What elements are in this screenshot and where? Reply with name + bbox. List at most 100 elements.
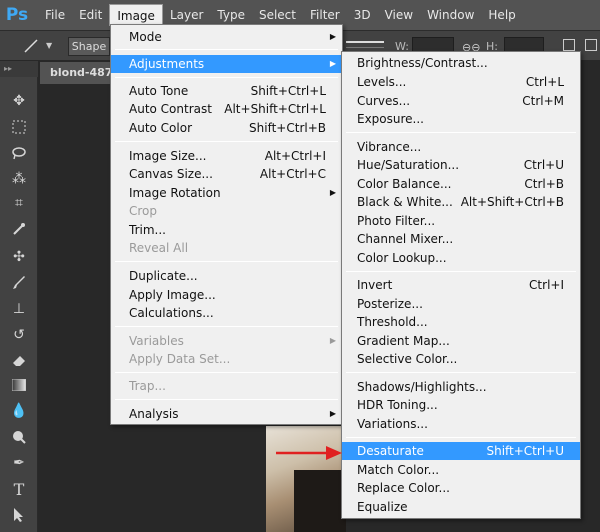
image-menu-analysis[interactable]: Analysis ▶ [111,405,342,423]
adjustments-submenu: Brightness/Contrast... Levels... Ctrl+L C… [341,51,581,519]
adjust-invert[interactable]: Invert Ctrl+I [342,276,580,294]
menu-divider [115,372,338,373]
image-menu-calculations[interactable]: Calculations... [111,304,342,322]
image-menu-canvas-size[interactable]: Canvas Size... Alt+Ctrl+C [111,165,342,183]
gradient-tool-icon[interactable] [9,375,29,395]
clone-stamp-icon[interactable]: ⊥ [9,299,29,319]
adjust-vibrance[interactable]: Vibrance... [342,138,580,156]
eraser-icon[interactable] [9,351,29,371]
tool-preset-dropdown-icon[interactable]: ▼ [46,41,52,50]
submenu-arrow-icon: ▶ [329,188,336,197]
move-tool-icon[interactable]: ✥ [9,91,29,111]
submenu-arrow-icon: ▶ [329,59,336,68]
menu-divider [115,77,338,78]
menu-edit[interactable]: Edit [72,4,109,26]
menu-type[interactable]: Type [210,4,252,26]
path-select-icon[interactable] [9,505,29,525]
image-menu-auto-contrast[interactable]: Auto Contrast Alt+Shift+Ctrl+L [111,100,342,118]
menu-window[interactable]: Window [420,4,481,26]
lasso-tool-icon[interactable] [9,143,29,163]
adjust-photo-filter[interactable]: Photo Filter... [342,212,580,230]
menu-help[interactable]: Help [481,4,522,26]
image-menu-trim[interactable]: Trim... [111,221,342,239]
adjust-replace-color[interactable]: Replace Color... [342,479,580,497]
adjust-color-lookup[interactable]: Color Lookup... [342,249,580,267]
healing-brush-icon[interactable]: ✣ [9,247,29,267]
adjust-shadows-highlights[interactable]: Shadows/Highlights... [342,378,580,396]
submenu-arrow-icon: ▶ [329,32,336,41]
menu-view[interactable]: View [378,4,420,26]
adjust-hue-saturation[interactable]: Hue/Saturation... Ctrl+U [342,156,580,174]
dodge-tool-icon[interactable] [9,427,29,447]
adjust-brightness-contrast[interactable]: Brightness/Contrast... [342,54,580,72]
document-image-shadow [294,470,346,532]
pen-tool-icon[interactable]: ✒ [9,453,29,473]
menu-filter[interactable]: Filter [303,4,347,26]
adjust-gradient-map[interactable]: Gradient Map... [342,332,580,350]
image-menu-auto-tone[interactable]: Auto Tone Shift+Ctrl+L [111,82,342,100]
magic-wand-icon[interactable]: ⁂ [9,169,29,189]
menu-divider [346,271,576,272]
brush-tool-icon[interactable] [9,273,29,293]
document-tab[interactable]: blond-48707 [40,62,112,84]
adjust-selective-color[interactable]: Selective Color... [342,350,580,368]
image-menu-image-size[interactable]: Image Size... Alt+Ctrl+I [111,147,342,165]
adjust-curves[interactable]: Curves... Ctrl+M [342,92,580,110]
crop-tool-icon[interactable]: ⌗ [9,193,29,213]
adjust-threshold[interactable]: Threshold... [342,313,580,331]
image-menu-mode[interactable]: Mode ▶ [111,28,342,46]
image-menu-variables: Variables ▶ [129,334,336,348]
menu-select[interactable]: Select [252,4,303,26]
photoshop-logo: Ps [5,5,29,25]
adjust-black-white[interactable]: Black & White... Alt+Shift+Ctrl+B [342,193,580,211]
menu-3d[interactable]: 3D [347,4,378,26]
adjust-exposure[interactable]: Exposure... [342,110,580,128]
menu-divider [115,49,338,50]
eyedropper-icon[interactable] [9,219,29,239]
menu-divider [115,326,338,327]
blur-tool-icon[interactable]: 💧 [9,401,29,421]
panel-dock-edge [580,60,600,532]
adjust-color-balance[interactable]: Color Balance... Ctrl+B [342,175,580,193]
line-tool-icon[interactable] [22,37,40,55]
menu-layer[interactable]: Layer [163,4,210,26]
image-menu-image-rotation[interactable]: Image Rotation ▶ [111,184,342,202]
adjust-variations[interactable]: Variations... [342,415,580,433]
image-menu-adjustments[interactable]: Adjustments ▶ [111,55,342,73]
tools-panel: ▸▸ ✥ ⁂ ⌗ ✣ ⊥ ↺ 💧 ✒ T [0,61,38,532]
shape-mode-select[interactable]: Shape [68,37,110,56]
adjust-channel-mixer[interactable]: Channel Mixer... [342,230,580,248]
image-menu-crop: Crop [129,204,158,218]
toolbar-collapse-toggle[interactable]: ▸▸ [0,61,38,77]
path-arrangement-icon[interactable] [585,39,597,51]
menu-divider [346,372,576,373]
menu-file[interactable]: File [38,4,72,26]
menu-divider [115,261,338,262]
image-menu-dropdown: Mode ▶ Adjustments ▶ Auto Tone Shift+Ctrl+L… [110,24,343,425]
image-menu-reveal-all: Reveal All [129,241,189,255]
menu-divider [115,399,338,400]
adjust-posterize[interactable]: Posterize... [342,295,580,313]
image-menu-apply-image[interactable]: Apply Image... [111,286,342,304]
stroke-type-select[interactable] [346,41,384,48]
path-alignment-icon[interactable] [563,39,575,51]
menu-image[interactable]: Image [109,4,163,26]
marquee-tool-icon[interactable] [9,117,29,137]
image-menu-apply-data-set: Apply Data Set... [129,352,231,366]
image-menu-duplicate[interactable]: Duplicate... [111,267,342,285]
menu-divider [346,437,576,438]
menu-divider [115,141,338,142]
adjust-equalize[interactable]: Equalize [342,498,580,516]
adjust-levels[interactable]: Levels... Ctrl+L [342,73,580,91]
submenu-arrow-icon: ▶ [329,409,336,418]
type-tool-icon[interactable]: T [9,479,29,499]
menu-divider [346,132,576,133]
image-menu-auto-color[interactable]: Auto Color Shift+Ctrl+B [111,119,342,137]
adjust-match-color[interactable]: Match Color... [342,461,580,479]
submenu-arrow-icon: ▶ [329,336,336,345]
adjust-hdr-toning[interactable]: HDR Toning... [342,396,580,414]
adjust-desaturate[interactable]: Desaturate Shift+Ctrl+U [342,442,580,460]
image-menu-trap: Trap... [129,379,166,393]
history-brush-icon[interactable]: ↺ [9,325,29,345]
annotation-arrow-icon [276,446,342,460]
